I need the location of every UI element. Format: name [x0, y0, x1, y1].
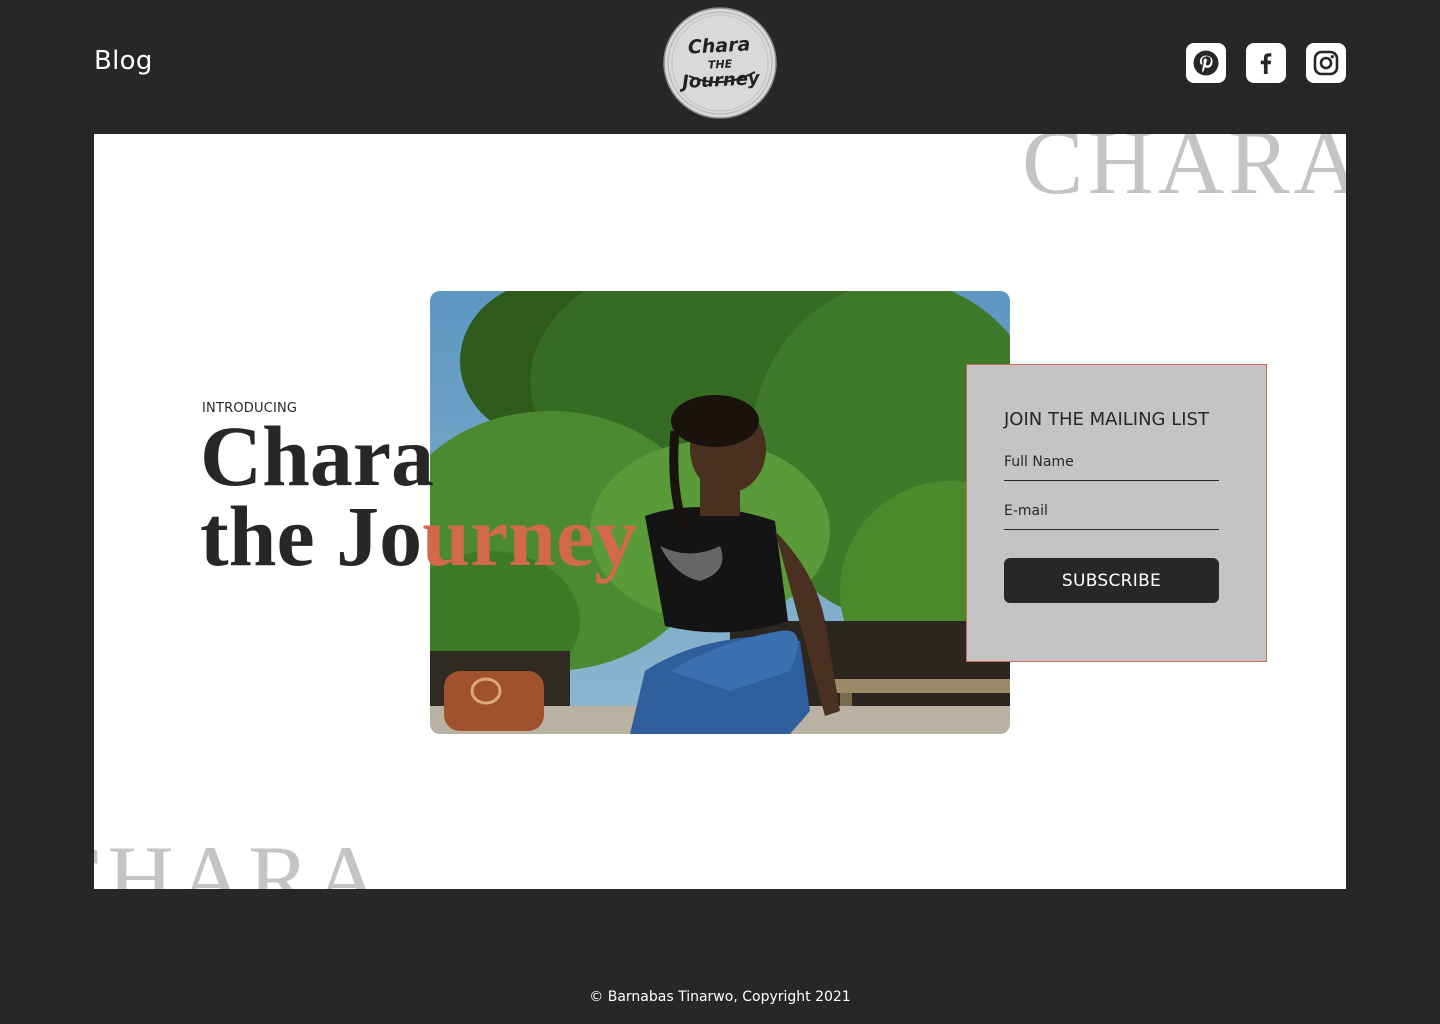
watermark-bottom: CHARA: [94, 827, 385, 889]
mailing-list-form: JOIN THE MAILING LIST SUBSCRIBE: [966, 364, 1267, 662]
footer-copyright: © Barnabas Tinarwo, Copyright 2021: [589, 989, 851, 1005]
hero-title-line2: the Journey: [200, 493, 637, 579]
full-name-input[interactable]: [1004, 454, 1219, 481]
facebook-button[interactable]: [1246, 43, 1286, 83]
mailing-list-heading: JOIN THE MAILING LIST: [1004, 409, 1209, 430]
hero-title: Chara the Journey: [200, 408, 637, 579]
site-logo[interactable]: Chara THE Journey: [661, 6, 779, 120]
hero-title-line1: Chara: [200, 408, 435, 504]
pinterest-icon: [1193, 50, 1219, 76]
hero-title-line2-prefix: the Jo: [200, 488, 423, 584]
instagram-button[interactable]: [1306, 43, 1346, 83]
logo-line1: Chara: [687, 32, 751, 59]
logo-line2: THE: [707, 56, 733, 72]
instagram-icon: [1313, 50, 1339, 76]
watermark-top: CHARA: [1022, 134, 1346, 213]
hero-title-line2-accent: urney: [422, 488, 638, 584]
logo-line3: Journey: [681, 67, 761, 93]
facebook-icon: [1260, 53, 1272, 74]
nav-blog-link[interactable]: Blog: [94, 46, 153, 76]
hero-section: CHARA CHARA: [94, 134, 1346, 889]
email-input[interactable]: [1004, 503, 1219, 530]
social-links: [1186, 43, 1346, 83]
subscribe-button[interactable]: SUBSCRIBE: [1004, 558, 1219, 603]
pinterest-button[interactable]: [1186, 43, 1226, 83]
